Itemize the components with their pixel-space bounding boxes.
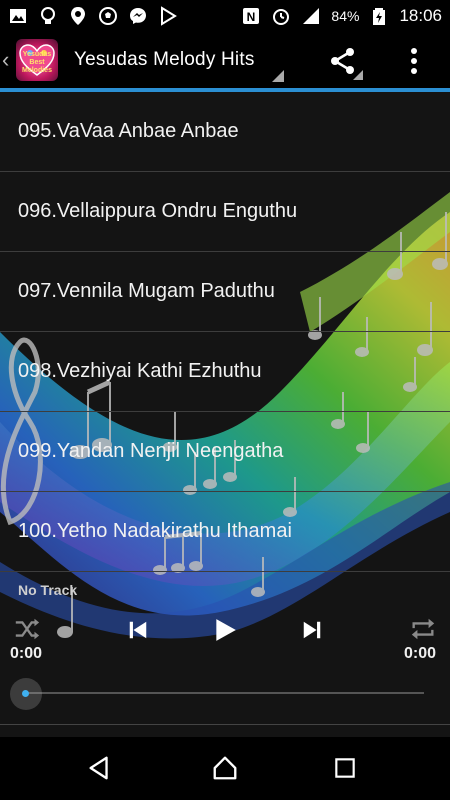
location-icon [68, 6, 88, 26]
repeat-button[interactable] [406, 612, 440, 646]
navigation-bar [0, 737, 450, 800]
play-icon [216, 619, 236, 641]
player-divider [0, 724, 450, 725]
overflow-menu-button[interactable] [402, 44, 426, 78]
home-icon [213, 756, 237, 780]
previous-button[interactable] [124, 616, 152, 644]
next-button[interactable] [298, 616, 326, 644]
total-duration: 0:00 [404, 645, 437, 662]
signal-icon [301, 6, 321, 26]
recents-square-icon [335, 758, 355, 778]
content-area: 095.VaVaa Anbae Anbae 096.Vellaippura On… [0, 92, 450, 737]
title-dropdown-indicator [272, 70, 284, 82]
logo-text: Yesudas Best Melodies [22, 51, 52, 74]
messenger-icon [128, 6, 148, 26]
nfc-icon: N [241, 6, 261, 26]
now-playing-label: No Track [18, 582, 78, 598]
app-title[interactable]: Yesudas Melody Hits [74, 49, 255, 71]
seek-bar[interactable] [26, 692, 424, 694]
nav-home-button[interactable] [208, 751, 242, 785]
track-row[interactable]: 099.Yandan Nenjil Neengatha [0, 412, 450, 492]
status-bar: N 84% 18:06 [0, 0, 450, 32]
shuffle-button[interactable] [10, 612, 44, 646]
track-row[interactable]: 097.Vennila Mugam Paduthu [0, 252, 450, 332]
svg-text:N: N [247, 10, 256, 24]
track-list: 095.VaVaa Anbae Anbae 096.Vellaippura On… [0, 92, 450, 572]
play-store-icon [158, 6, 178, 26]
soccer-icon [98, 6, 118, 26]
clock: 18:06 [399, 6, 442, 25]
track-row[interactable]: 096.Vellaippura Ondru Enguthu [0, 172, 450, 252]
track-row[interactable]: 095.VaVaa Anbae Anbae [0, 92, 450, 172]
shuffle-icon [15, 618, 40, 640]
lightbulb-icon [38, 6, 58, 26]
skip-previous-icon [129, 621, 147, 639]
alarm-icon [271, 6, 291, 26]
battery-percent: 84% [331, 8, 360, 24]
nav-back-button[interactable] [83, 751, 117, 785]
repeat-icon [411, 618, 435, 640]
skip-next-icon [303, 621, 321, 639]
share-dropdown-indicator [353, 70, 363, 80]
more-vert-icon [411, 48, 417, 74]
track-row[interactable]: 098.Vezhiyai Kathi Ezhuthu [0, 332, 450, 412]
play-button[interactable] [210, 614, 240, 646]
battery-charging-icon [369, 6, 389, 26]
app-bar: ‹ Yesudas Best Melodies Yesudas Melody H… [0, 32, 450, 88]
back-chevron-icon[interactable]: ‹ [2, 47, 16, 73]
elapsed-time: 0:00 [10, 645, 43, 662]
nav-recents-button[interactable] [328, 751, 362, 785]
image-icon [8, 6, 28, 26]
app-logo[interactable]: Yesudas Best Melodies [16, 39, 58, 81]
track-row[interactable]: 100.Yetho Nadakirathu Ithamai [0, 492, 450, 572]
back-triangle-icon [89, 756, 108, 780]
seek-thumb[interactable] [22, 690, 29, 697]
